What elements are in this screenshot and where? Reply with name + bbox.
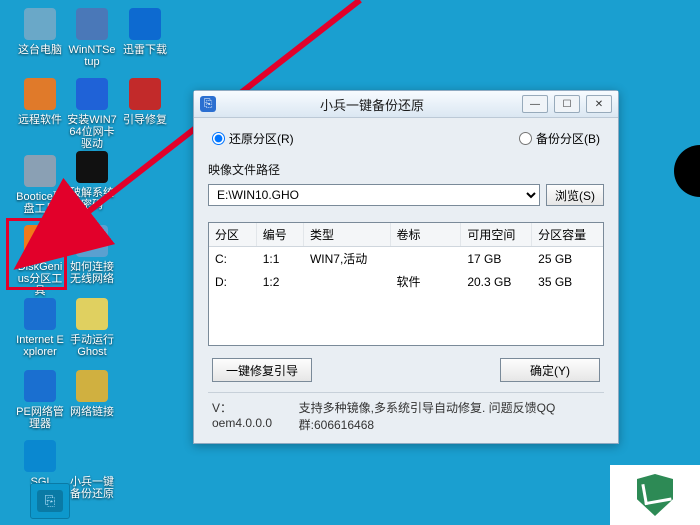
close-button[interactable]: ✕ <box>586 95 612 113</box>
desktop-icon-label: 远程软件 <box>15 114 65 126</box>
desktop-icon-crack[interactable]: 破解系统密码 <box>67 151 117 211</box>
radio-backup-label: 备份分区(B) <box>536 130 600 147</box>
desktop-icon-label: PE网络管理器 <box>15 406 65 430</box>
pe-net-icon <box>24 370 56 402</box>
radio-restore[interactable]: 还原分区(R) <box>212 130 294 147</box>
desktop-icon-bootfix[interactable]: 引导修复 <box>120 78 170 126</box>
titlebar[interactable]: ⎘ 小兵一键备份还原 — ☐ ✕ <box>194 91 618 118</box>
desktop-icon-label: 如何连接无线网络 <box>67 261 117 285</box>
cell-num: 1:2 <box>256 270 303 293</box>
diskgenius-icon <box>24 225 56 257</box>
desktop-icon-label: 引导修复 <box>120 114 170 126</box>
desktop-icon-label: 迅雷下载 <box>120 44 170 56</box>
desktop-icon-label: 网络链接 <box>67 406 117 418</box>
browse-button[interactable]: 浏览(S) <box>546 184 604 206</box>
col-header[interactable]: 分区容量 <box>532 223 603 247</box>
taskbar-app-icon: ⎘ <box>37 490 63 512</box>
cell-type: WIN7,活动 <box>303 247 390 271</box>
ghost-icon <box>76 298 108 330</box>
radio-backup[interactable]: 备份分区(B) <box>519 130 600 147</box>
radio-restore-input[interactable] <box>212 132 225 145</box>
desktop-icon-bootice[interactable]: Bootice磁盘工具 <box>15 155 65 215</box>
desktop-icon-label: 安装WIN7 64位网卡驱动 <box>67 114 117 150</box>
version-text: V：oem4.0.0.0 <box>212 399 285 433</box>
cell-vol: 软件 <box>390 270 461 293</box>
desktop-icon-diskgenius[interactable]: DiskGenius分区工具 <box>15 225 65 297</box>
maximize-button[interactable]: ☐ <box>554 95 580 113</box>
desktop-icon-backup[interactable]: 小兵一键备份还原 <box>67 440 117 500</box>
xunlei-icon <box>129 8 161 40</box>
crack-icon <box>76 151 108 183</box>
desktop-icon-label: Bootice磁盘工具 <box>15 191 65 215</box>
app-icon: ⎘ <box>200 96 216 112</box>
shield-icon <box>637 474 673 516</box>
repair-boot-button[interactable]: 一键修复引导 <box>212 358 312 382</box>
desktop-icon-winntsetup[interactable]: WinNTSetup <box>67 8 117 68</box>
desktop-icon-win7drv[interactable]: 安装WIN7 64位网卡驱动 <box>67 78 117 150</box>
backup-icon <box>76 440 108 472</box>
window-title: 小兵一键备份还原 <box>222 95 522 114</box>
partition-table: 分区编号类型卷标可用空间分区容量 C:1:1WIN7,活动17 GB25 GBD… <box>208 222 604 346</box>
desktop-icon-label: 破解系统密码 <box>67 187 117 211</box>
cell-type <box>303 270 390 293</box>
desktop-icon-ie[interactable]: Internet Explorer <box>15 298 65 358</box>
winntsetup-icon <box>76 8 108 40</box>
desktop-icon-label: Internet Explorer <box>15 334 65 358</box>
desktop-icon-label: 手动运行Ghost <box>67 334 117 358</box>
desktop-icon-label: DiskGenius分区工具 <box>15 261 65 297</box>
desktop-icon-xunlei[interactable]: 迅雷下载 <box>120 8 170 56</box>
taskbar-app[interactable]: ⎘ <box>30 483 70 519</box>
desktop-icon-netlink[interactable]: 网络链接 <box>67 370 117 418</box>
desktop-icon-this-pc[interactable]: 这台电脑 <box>15 8 65 56</box>
ie-icon <box>24 298 56 330</box>
desktop-icon-wifi[interactable]: 如何连接无线网络 <box>67 225 117 285</box>
table-row[interactable]: D:1:2 软件20.3 GB35 GB <box>209 270 603 293</box>
desktop-icon-ghost[interactable]: 手动运行Ghost <box>67 298 117 358</box>
col-header[interactable]: 卷标 <box>390 223 461 247</box>
cell-num: 1:1 <box>256 247 303 271</box>
col-header[interactable]: 分区 <box>209 223 256 247</box>
this-pc-icon <box>24 8 56 40</box>
status-text: 支持多种镜像,多系统引导自动修复. 问题反馈QQ群:606616468 <box>299 399 600 433</box>
remote-icon <box>24 78 56 110</box>
cell-free: 20.3 GB <box>461 270 532 293</box>
image-path-select[interactable]: E:\WIN10.GHO <box>208 184 540 206</box>
desktop-icon-remote[interactable]: 远程软件 <box>15 78 65 126</box>
desktop-icon-pe-net[interactable]: PE网络管理器 <box>15 370 65 430</box>
cell-cap: 35 GB <box>532 270 603 293</box>
desktop-icon-label: 小兵一键备份还原 <box>67 476 117 500</box>
minimize-button[interactable]: — <box>522 95 548 113</box>
cell-vol <box>390 247 461 271</box>
radio-restore-label: 还原分区(R) <box>229 130 294 147</box>
sgi-icon <box>24 440 56 472</box>
path-label: 映像文件路径 <box>208 161 604 178</box>
desktop-icon-label: WinNTSetup <box>67 44 117 68</box>
ok-button[interactable]: 确定(Y) <box>500 358 600 382</box>
wifi-icon <box>76 225 108 257</box>
cell-part: D: <box>209 270 256 293</box>
win7drv-icon <box>76 78 108 110</box>
status-bar: V：oem4.0.0.0 支持多种镜像,多系统引导自动修复. 问题反馈QQ群:6… <box>208 392 604 435</box>
desktop-icon-sgi[interactable]: SGI <box>15 440 65 488</box>
col-header[interactable]: 类型 <box>303 223 390 247</box>
cell-part: C: <box>209 247 256 271</box>
cell-cap: 25 GB <box>532 247 603 271</box>
col-header[interactable]: 可用空间 <box>461 223 532 247</box>
radio-backup-input[interactable] <box>519 132 532 145</box>
backup-restore-window: ⎘ 小兵一键备份还原 — ☐ ✕ 还原分区(R) 备份分区(B) 映像文件路径 … <box>193 90 619 444</box>
netlink-icon <box>76 370 108 402</box>
cell-free: 17 GB <box>461 247 532 271</box>
desktop-icon-label: 这台电脑 <box>15 44 65 56</box>
col-header[interactable]: 编号 <box>256 223 303 247</box>
watermark <box>610 465 700 525</box>
bootice-icon <box>24 155 56 187</box>
table-row[interactable]: C:1:1WIN7,活动 17 GB25 GB <box>209 247 603 271</box>
bootfix-icon <box>129 78 161 110</box>
